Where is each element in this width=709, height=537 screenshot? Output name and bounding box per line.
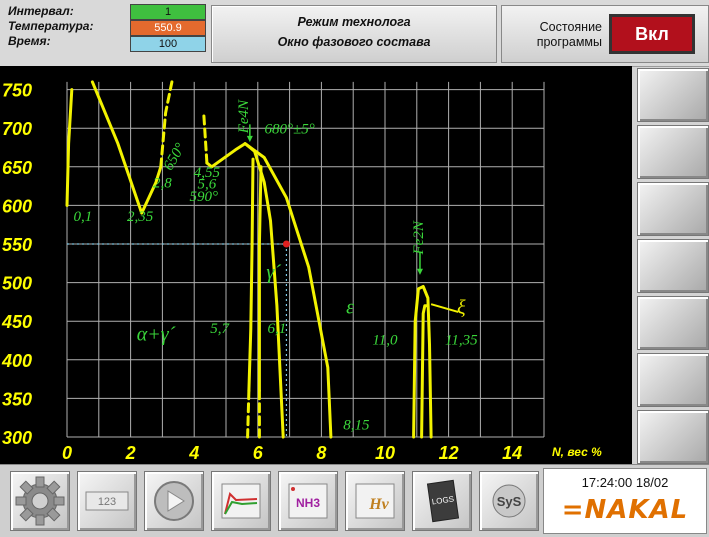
program-on-button[interactable]: Вкл bbox=[609, 14, 695, 54]
y-tick-label: 450 bbox=[1, 312, 32, 332]
y-tick-label: 350 bbox=[2, 389, 32, 409]
phase-annotation: 8,15 bbox=[343, 417, 370, 433]
interval-label: Интервал: bbox=[8, 4, 74, 18]
phase-boundary-curve bbox=[247, 157, 255, 393]
counter-123-icon: 123 bbox=[85, 491, 129, 511]
x-tick-label: 4 bbox=[188, 443, 199, 463]
settings-button[interactable] bbox=[10, 471, 70, 531]
play-icon bbox=[154, 481, 194, 521]
phase-boundary-curve bbox=[202, 111, 209, 165]
graph-icon bbox=[221, 483, 261, 519]
hardness-hv-icon: Hv bbox=[355, 483, 395, 519]
side-button-6[interactable] bbox=[637, 353, 709, 407]
phase-annotation: 590° bbox=[189, 189, 218, 205]
y-tick-label: 700 bbox=[2, 119, 32, 139]
gear-icon bbox=[15, 476, 65, 526]
nakal-logo: =NAKAL bbox=[561, 495, 689, 525]
phase-annotation: 2,8 bbox=[153, 176, 172, 192]
phase-boundary-curve bbox=[90, 80, 163, 215]
side-button-3[interactable] bbox=[637, 182, 709, 236]
mode-title: Режим технолога bbox=[297, 15, 411, 29]
phase-annotation: 6,1 bbox=[268, 321, 287, 337]
side-button-2[interactable] bbox=[637, 125, 709, 179]
fe4n-arrow-head bbox=[246, 135, 253, 143]
time-value: 100 bbox=[130, 36, 206, 52]
phase-annotation: 2,35 bbox=[127, 209, 154, 225]
program-state-label: Состояние программы bbox=[510, 20, 602, 50]
side-button-7[interactable] bbox=[637, 410, 709, 464]
phase-boundary-curve bbox=[257, 165, 263, 393]
temperature-value: 550.9 bbox=[130, 20, 206, 36]
x-tick-label: 2 bbox=[125, 443, 136, 463]
side-button-4[interactable] bbox=[637, 239, 709, 293]
xi-pointer-line bbox=[430, 303, 459, 313]
counter-icon-label: 123 bbox=[98, 496, 116, 508]
x-tick-label: 8 bbox=[316, 443, 326, 463]
phase-annotation: 650° bbox=[161, 141, 189, 174]
phase-boundary-curve bbox=[420, 304, 430, 439]
temperature-label: Температура: bbox=[8, 19, 94, 33]
top-bar: Интервал: Температура: Время: 1 550.9 10… bbox=[0, 0, 709, 67]
mode-panel: Режим технолога Окно фазового состава bbox=[211, 5, 497, 63]
logs-icon: LOGS bbox=[426, 479, 460, 523]
phase-boundary-curve bbox=[65, 88, 74, 207]
interval-value: 1 bbox=[130, 4, 206, 20]
phase-diagram-chart: 750 700 650 600 550 500 450 400 350 300 0 2 4 6 8 10 12 1… bbox=[0, 66, 632, 464]
phase-annotation: 11,0 bbox=[372, 332, 398, 348]
phase-annotation: ξ bbox=[457, 296, 466, 318]
phase-annotation: 11,35 bbox=[445, 332, 478, 348]
graph-button[interactable] bbox=[211, 471, 271, 531]
side-button-1[interactable] bbox=[637, 68, 709, 122]
y-tick-label: 550 bbox=[2, 235, 32, 255]
state-label-line1: Состояние bbox=[539, 20, 602, 34]
phase-annotation: γ´ bbox=[266, 262, 281, 284]
x-tick-label: 0 bbox=[62, 443, 72, 463]
counter-button[interactable]: 123 bbox=[77, 471, 137, 531]
x-tick-label: 6 bbox=[253, 443, 264, 463]
hardness-button[interactable]: Hv bbox=[345, 471, 405, 531]
clock: 17:24:00 18/02 bbox=[581, 475, 669, 490]
nh3-icon: NH3 bbox=[288, 483, 328, 519]
fe2n-arrow-head bbox=[416, 268, 423, 275]
logs-button[interactable]: LOGS bbox=[412, 471, 472, 531]
phase-annotation: Fe4N bbox=[236, 99, 252, 134]
nh3-icon-label: NH3 bbox=[296, 496, 320, 510]
y-tick-label: 650 bbox=[2, 158, 32, 178]
hv-icon-label: Hv bbox=[368, 496, 389, 513]
phase-annotation: 680°±5° bbox=[264, 122, 314, 138]
y-tick-label: 600 bbox=[2, 196, 32, 216]
phase-annotation: Fe2N bbox=[411, 220, 427, 255]
state-label-line2: программы bbox=[536, 35, 602, 49]
time-label: Время: bbox=[8, 34, 51, 48]
phase-boundary-curve bbox=[205, 142, 285, 439]
x-axis-label: N, вес % bbox=[552, 445, 602, 459]
y-tick-label: 500 bbox=[2, 274, 32, 294]
play-button[interactable] bbox=[144, 471, 204, 531]
clock-logo-panel: 17:24:00 18/02 =NAKAL bbox=[543, 468, 707, 534]
mode-subtitle: Окно фазового состава bbox=[277, 35, 431, 49]
program-state-panel: Состояние программы Вкл bbox=[501, 5, 709, 63]
phase-annotation: ε bbox=[346, 296, 354, 318]
phase-annotation: 0,1 bbox=[74, 209, 93, 225]
y-tick-label: 400 bbox=[1, 351, 32, 371]
system-button[interactable]: SyS bbox=[479, 471, 539, 531]
phase-annotation: α+γ´ bbox=[137, 324, 176, 346]
x-tick-label: 10 bbox=[375, 443, 395, 463]
x-tick-label: 12 bbox=[439, 443, 459, 463]
side-button-5[interactable] bbox=[637, 296, 709, 350]
y-tick-label: 750 bbox=[2, 81, 32, 101]
y-tick-label: 300 bbox=[2, 428, 32, 448]
x-tick-label: 14 bbox=[502, 443, 522, 463]
phase-boundary-curve bbox=[246, 389, 251, 439]
sys-icon-label: SyS bbox=[497, 494, 522, 509]
nh3-button[interactable]: NH3 bbox=[278, 471, 338, 531]
logo-text: NAKAL bbox=[584, 495, 689, 525]
sys-icon: SyS bbox=[492, 484, 526, 518]
phase-annotation: 5,7 bbox=[210, 321, 230, 337]
cursor-marker bbox=[282, 240, 290, 248]
